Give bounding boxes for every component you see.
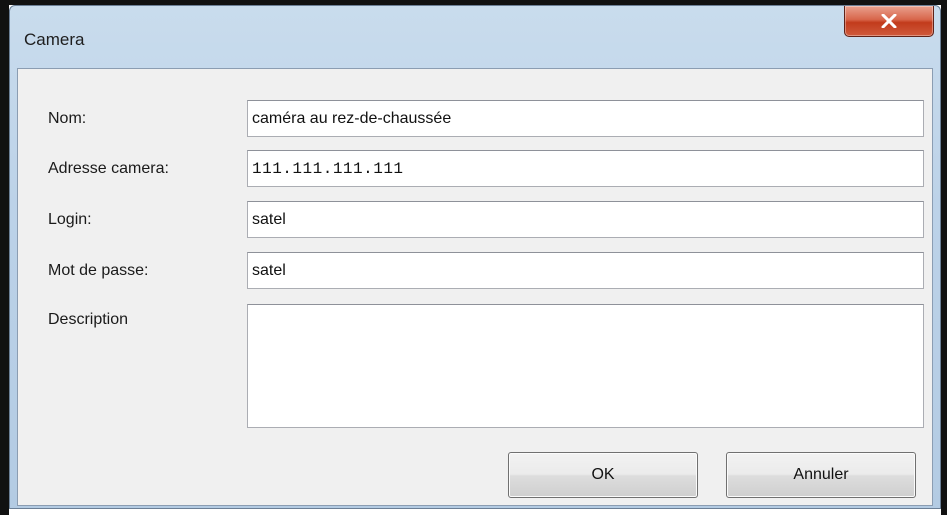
description-field[interactable] — [247, 304, 924, 428]
outer-frame-left — [0, 0, 9, 515]
password-field[interactable]: satel — [247, 252, 924, 289]
login-label: Login: — [48, 211, 92, 228]
close-icon — [881, 14, 897, 28]
close-button[interactable] — [844, 6, 934, 37]
outer-frame-right — [941, 0, 947, 515]
name-label: Nom: — [48, 110, 87, 127]
camera-address-label: Adresse camera: — [48, 160, 169, 177]
login-field[interactable]: satel — [247, 201, 924, 238]
title-bar[interactable]: Camera — [10, 6, 940, 68]
camera-dialog: Camera Nom: caméra au rez-de-chaussée Ad… — [9, 5, 941, 509]
name-field[interactable]: caméra au rez-de-chaussée — [247, 100, 924, 137]
camera-address-field[interactable]: 111.111.111.111 — [247, 150, 924, 187]
password-label: Mot de passe: — [48, 262, 149, 279]
window-title: Camera — [24, 30, 85, 49]
dialog-body: Nom: caméra au rez-de-chaussée Adresse c… — [17, 68, 933, 506]
ok-button[interactable]: OK — [508, 452, 698, 498]
description-label: Description — [48, 311, 129, 328]
cancel-button[interactable]: Annuler — [726, 452, 916, 498]
